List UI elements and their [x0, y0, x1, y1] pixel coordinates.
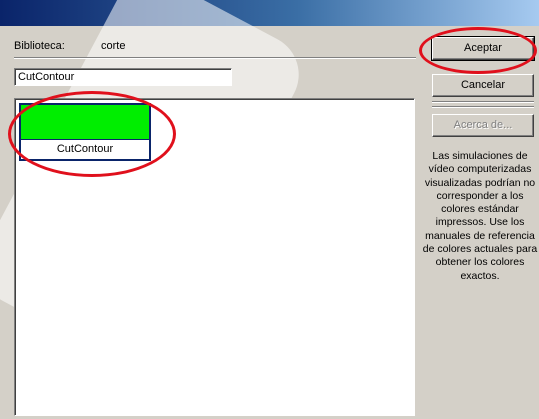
- swatch-tile-cutcontour[interactable]: CutContour: [19, 103, 151, 161]
- divider-buttons-1: [432, 101, 534, 103]
- divider-buttons-2: [432, 106, 534, 108]
- title-bar[interactable]: [0, 0, 539, 26]
- color-disclaimer-note: Las simulaciones de vídeo computerizadas…: [422, 150, 538, 282]
- library-label: Biblioteca:: [14, 40, 65, 52]
- cancel-button[interactable]: Cancelar: [432, 74, 534, 97]
- swatch-name-input[interactable]: [14, 68, 232, 86]
- accept-button[interactable]: Aceptar: [431, 36, 535, 61]
- swatch-color-preview: [21, 105, 149, 140]
- swatch-list[interactable]: CutContour: [14, 98, 415, 416]
- swatch-caption: CutContour: [56, 143, 114, 155]
- about-button[interactable]: Acerca de...: [432, 114, 534, 137]
- divider-library: [14, 57, 416, 59]
- library-value: corte: [101, 40, 126, 52]
